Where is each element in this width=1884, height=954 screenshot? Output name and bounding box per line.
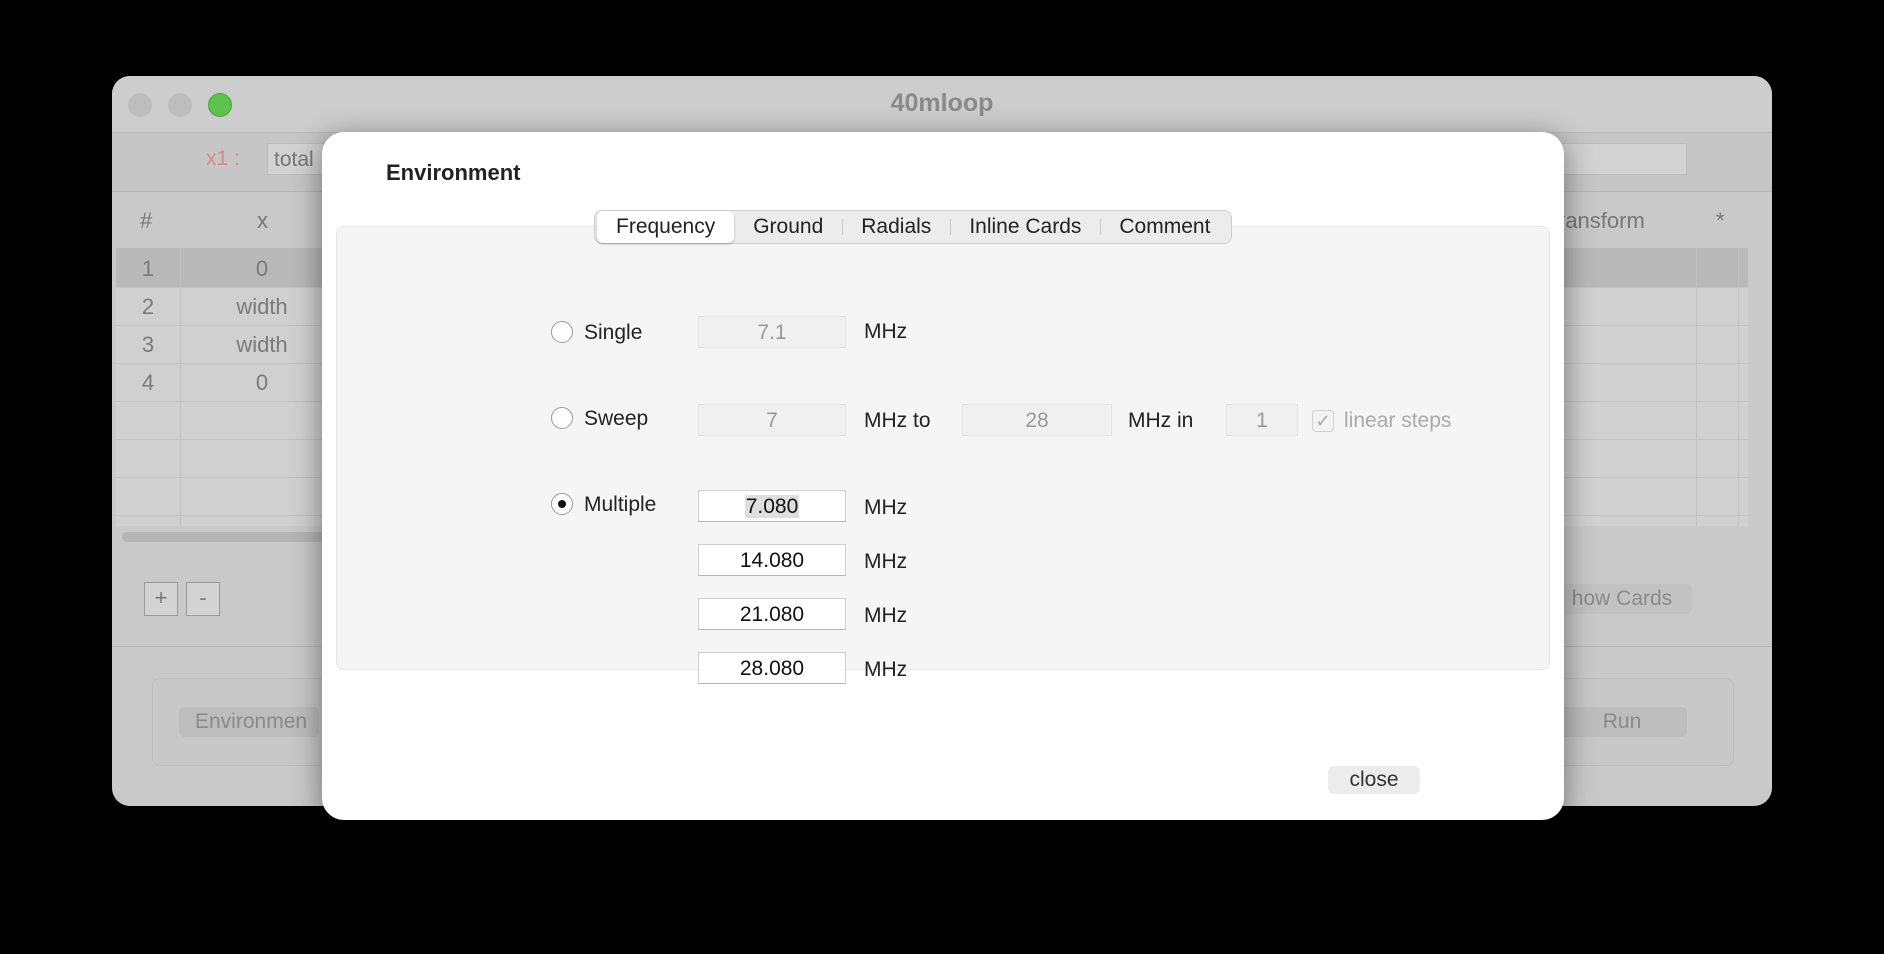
- multiple-frequency-field-2[interactable]: 14.080: [698, 544, 846, 576]
- show-cards-button[interactable]: how Cards: [1552, 584, 1692, 614]
- header-star[interactable]: *: [1716, 208, 1725, 234]
- row-x-cell[interactable]: width: [180, 294, 344, 320]
- tab-frequency[interactable]: Frequency: [597, 211, 735, 243]
- multiple-unit-label: MHz: [864, 604, 908, 627]
- tab-separator: [950, 219, 952, 235]
- single-unit-label: MHz: [864, 320, 908, 343]
- single-frequency-field[interactable]: 7.1: [698, 316, 846, 348]
- environment-dialog: Environment Frequency Ground Radials Inl…: [322, 132, 1564, 820]
- multiple-unit-label: MHz: [864, 550, 908, 573]
- header-num[interactable]: #: [140, 208, 152, 234]
- dialog-title: Environment: [386, 160, 521, 185]
- multiple-radio[interactable]: [551, 493, 573, 515]
- tab-content: [336, 226, 1550, 670]
- selected-text: 7.080: [744, 495, 800, 518]
- tab-bar: Frequency Ground Radials Inline Cards Co…: [594, 210, 1233, 244]
- column-divider: [1696, 248, 1697, 526]
- linear-steps-checkbox[interactable]: ✓: [1312, 410, 1334, 432]
- sweep-from-unit: MHz to: [864, 409, 931, 432]
- single-label: Single: [584, 321, 643, 344]
- tab-label: Ground: [753, 215, 824, 238]
- column-divider: [180, 248, 181, 526]
- tab-comment[interactable]: Comment: [1100, 211, 1229, 243]
- environment-button[interactable]: Environmen: [179, 707, 319, 737]
- tab-radials[interactable]: Radials: [842, 211, 950, 243]
- row-number: 3: [141, 332, 155, 357]
- row-x-cell[interactable]: width: [180, 332, 344, 358]
- linear-steps-label: linear steps: [1344, 409, 1452, 432]
- sweep-to-unit: MHz in: [1128, 409, 1194, 432]
- tab-ground[interactable]: Ground: [734, 211, 842, 243]
- tab-separator: [842, 219, 844, 235]
- header-transform[interactable]: ransform: [1558, 208, 1645, 234]
- tab-label: Radials: [861, 215, 932, 238]
- tab-label: Inline Cards: [969, 215, 1082, 238]
- add-row-button[interactable]: +: [144, 582, 178, 616]
- row-number: 4: [141, 370, 155, 395]
- tab-separator: [1100, 219, 1102, 235]
- window-title: 40mloop: [890, 89, 994, 117]
- multiple-unit-label: MHz: [864, 496, 908, 519]
- multiple-frequency-field-4[interactable]: 28.080: [698, 652, 846, 684]
- tab-inline-cards[interactable]: Inline Cards: [950, 211, 1100, 243]
- x1-label: x1 :: [206, 147, 240, 170]
- run-button[interactable]: Run: [1557, 707, 1687, 737]
- sweep-steps-field[interactable]: 1: [1226, 404, 1298, 436]
- multiple-unit-label: MHz: [864, 658, 908, 681]
- tab-label: Comment: [1119, 215, 1211, 238]
- single-radio[interactable]: [551, 321, 573, 343]
- row-number: 2: [141, 294, 155, 319]
- row-x-cell[interactable]: 0: [180, 256, 344, 282]
- row-x-cell[interactable]: 0: [180, 370, 344, 396]
- multiple-frequency-field-3[interactable]: 21.080: [698, 598, 846, 630]
- multiple-label: Multiple: [584, 493, 657, 516]
- horizontal-scrollbar[interactable]: [122, 532, 342, 542]
- sweep-label: Sweep: [584, 407, 649, 430]
- sweep-from-field[interactable]: 7: [698, 404, 846, 436]
- row-number: 1: [141, 256, 155, 281]
- title-bar: 40mloop: [112, 76, 1772, 133]
- close-button[interactable]: close: [1328, 766, 1420, 794]
- multiple-frequency-field-1[interactable]: 7.080: [698, 490, 846, 522]
- remove-row-button[interactable]: -: [186, 582, 220, 616]
- header-x[interactable]: x: [257, 208, 268, 234]
- sweep-radio[interactable]: [551, 407, 573, 429]
- sweep-to-field[interactable]: 28: [962, 404, 1112, 436]
- column-divider: [1738, 248, 1739, 526]
